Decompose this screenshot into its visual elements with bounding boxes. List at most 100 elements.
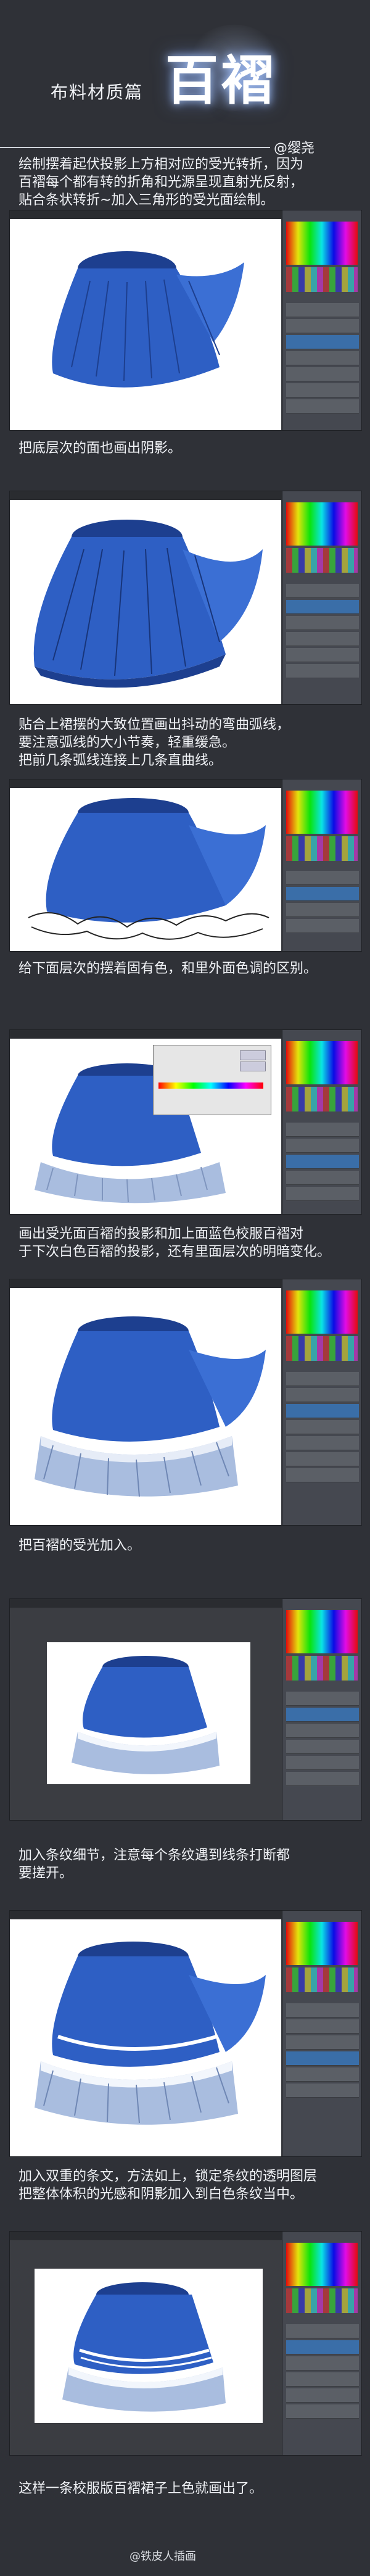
color-spectrum[interactable] (286, 2243, 358, 2286)
layer-row[interactable] (286, 2084, 359, 2098)
layer-row[interactable] (286, 1468, 359, 1482)
color-spectrum[interactable] (286, 1922, 358, 1965)
layers-panel[interactable] (282, 779, 361, 951)
skirt-illustration (62, 2282, 226, 2412)
layer-row[interactable] (286, 1740, 359, 1754)
skirt-illustration (33, 520, 263, 688)
step-6-screenshot (9, 1598, 362, 1821)
step-5-text: 画出受光面百褶的投影和加上面蓝色校服百褶对 于下次白色百褶的投影，还有里面层次的… (18, 1226, 331, 1260)
hue-saturation-dialog[interactable] (153, 1045, 271, 1115)
watermark: @铁皮人插画 (130, 2550, 196, 2563)
layer-row[interactable] (286, 1139, 359, 1153)
layer-row[interactable] (286, 2404, 359, 2419)
layer-row[interactable] (286, 584, 359, 598)
layer-row[interactable] (286, 399, 359, 413)
color-spectrum[interactable] (286, 1290, 358, 1334)
layer-row[interactable] (286, 632, 359, 646)
step-3-text: 贴合上裙摆的大致位置画出抖动的弯曲弧线， 要注意弧线的大小节奏，轻重缓急。 把前… (18, 717, 290, 768)
header-banner: 布料材质篇 百褶 (0, 0, 370, 117)
color-spectrum[interactable] (286, 791, 358, 834)
layer-row[interactable] (286, 1155, 359, 1169)
layer-row[interactable] (286, 2051, 359, 2066)
editor-canvas[interactable] (10, 788, 281, 951)
layers-panel[interactable] (282, 1279, 361, 1525)
swatches[interactable] (286, 267, 358, 292)
layer-row[interactable] (286, 919, 359, 933)
layers-panel[interactable] (282, 2232, 361, 2455)
layer-row[interactable] (286, 903, 359, 917)
hue-slider[interactable] (158, 1082, 263, 1089)
layer-row[interactable] (286, 2324, 359, 2338)
layers-panel[interactable] (282, 491, 361, 704)
layer-row[interactable] (286, 319, 359, 333)
header-subtitle: 布料材质篇 (51, 82, 144, 102)
skirt-illustration (72, 1656, 220, 1774)
author-credit: @缨尧 (274, 141, 315, 156)
layers-panel[interactable] (282, 210, 361, 430)
layer-row[interactable] (286, 1772, 359, 1786)
swatches[interactable] (286, 1087, 358, 1111)
layer-row[interactable] (286, 1420, 359, 1434)
step-9-text: 这样一条校服版百褶裙子上色就画出了。 (18, 2481, 263, 2496)
layer-row[interactable] (286, 871, 359, 885)
editor-canvas[interactable] (10, 500, 281, 704)
layer-row[interactable] (286, 2019, 359, 2034)
skirt-illustration (35, 1316, 266, 1497)
layer-row[interactable] (286, 664, 359, 678)
layer-row[interactable] (286, 1404, 359, 1418)
color-spectrum[interactable] (286, 1041, 358, 1084)
layers-panel[interactable] (282, 1911, 361, 2156)
layers-panel[interactable] (282, 1030, 361, 1214)
layer-row[interactable] (286, 1187, 359, 1201)
layer-row[interactable] (286, 1724, 359, 1738)
editor-canvas[interactable] (10, 219, 281, 430)
layer-row[interactable] (286, 2067, 359, 2082)
layer-row[interactable] (286, 1171, 359, 1185)
layer-row[interactable] (286, 383, 359, 397)
layer-row[interactable] (286, 600, 359, 614)
layer-row[interactable] (286, 367, 359, 381)
layer-row[interactable] (286, 887, 359, 901)
layer-row[interactable] (286, 2035, 359, 2050)
layer-row[interactable] (286, 1372, 359, 1386)
swatches[interactable] (286, 836, 358, 861)
editor-canvas[interactable] (10, 1919, 281, 2156)
layer-row[interactable] (286, 2372, 359, 2387)
layer-row[interactable] (286, 648, 359, 662)
swatches[interactable] (286, 1336, 358, 1361)
editor-canvas[interactable] (35, 2269, 263, 2423)
color-spectrum[interactable] (286, 222, 358, 265)
layer-row[interactable] (286, 616, 359, 630)
color-spectrum[interactable] (286, 1610, 358, 1653)
step-4-screenshot (9, 1029, 362, 1215)
layer-row[interactable] (286, 2340, 359, 2354)
step-7-text: 加入条纹细节，注意每个条纹遇到线条打断都 要搓开。 (18, 1848, 290, 1881)
swatches[interactable] (286, 1967, 358, 1992)
swatches[interactable] (286, 548, 358, 573)
step-1-text: 绘制摆着起伏投影上方相对应的受光转折，因为 百褶每个都有转的折角和光源呈现直射光… (18, 157, 304, 208)
layer-row[interactable] (286, 2388, 359, 2403)
swatches[interactable] (286, 1656, 358, 1681)
cancel-button[interactable] (240, 1062, 266, 1071)
layer-row[interactable] (286, 2003, 359, 2017)
layer-row[interactable] (286, 303, 359, 317)
layer-row[interactable] (286, 1756, 359, 1770)
ok-button[interactable] (240, 1050, 266, 1060)
step-6-text: 把百褶的受光加入。 (18, 1538, 141, 1553)
editor-canvas[interactable] (10, 1039, 281, 1214)
layer-row[interactable] (286, 1436, 359, 1450)
editor-canvas[interactable] (47, 1642, 250, 1784)
swatches[interactable] (286, 2288, 358, 2313)
step-8-screenshot (9, 2231, 362, 2456)
layer-row[interactable] (286, 2356, 359, 2370)
layer-row[interactable] (286, 1452, 359, 1466)
layer-row[interactable] (286, 1708, 359, 1722)
layer-row[interactable] (286, 1388, 359, 1402)
layer-row[interactable] (286, 1692, 359, 1706)
layer-row[interactable] (286, 1123, 359, 1137)
layer-row[interactable] (286, 351, 359, 365)
layer-row[interactable] (286, 335, 359, 349)
layers-panel[interactable] (282, 1599, 361, 1820)
color-spectrum[interactable] (286, 502, 358, 546)
editor-canvas[interactable] (10, 1288, 281, 1525)
